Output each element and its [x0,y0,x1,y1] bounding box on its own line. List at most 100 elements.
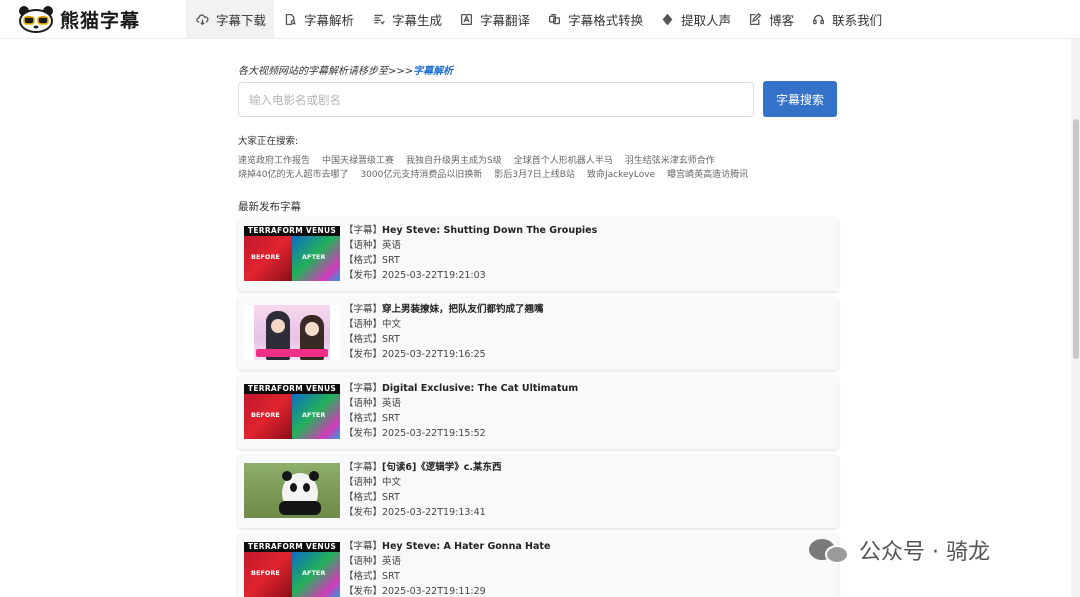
parse-hint: 各大视频网站的字幕解析请移步至>>>字幕解析 [238,62,453,77]
field-label: 【发布】 [344,428,383,439]
video-thumbnail: TERRAFORM VENUS BEFORE AFTER [244,542,340,597]
search-input[interactable] [238,82,754,117]
field-label: 【语种】 [344,240,383,251]
watermark-text: 公众号 · 骑龙 [859,540,990,565]
nav-format-convert[interactable]: 字幕格式转换 [538,0,651,38]
subtitle-published: 2025-03-22T19:13:41 [382,507,486,518]
document-list-icon [370,11,386,27]
logo-text: 熊猫字幕 [60,9,141,32]
trending-link[interactable]: 曝宫崎英高造访腾讯 [667,167,748,180]
subtitle-published: 2025-03-22T19:11:29 [382,586,486,597]
trending-link[interactable]: 羽生结弦米津玄师合作 [625,153,715,166]
nav-subtitle-generate[interactable]: 字幕生成 [362,0,450,38]
trending-link[interactable]: 烧掉40亿的无人超市去哪了 [238,167,348,180]
thumb-after-label: AFTER [302,569,326,577]
subtitle-language: 英语 [382,398,402,409]
trending-link[interactable]: 中国天禄晋级工赛 [322,153,394,166]
subtitle-title[interactable]: 穿上男装撩妹，把队友们都钓成了翘嘴 [382,304,544,315]
subtitle-language: 英语 [382,556,402,567]
subtitle-format: SRT [382,492,400,503]
headset-icon [810,11,826,27]
subtitle-card[interactable]: TERRAFORM VENUS BEFORE AFTER 【字幕】Hey Ste… [238,534,838,597]
video-thumbnail [244,463,340,518]
subtitle-published: 2025-03-22T19:21:03 [382,270,486,281]
thumb-before-label: BEFORE [251,411,280,419]
trending-link[interactable]: 3000亿元支持消费品以旧换新 [360,167,482,180]
field-label: 【发布】 [344,507,383,518]
watermark: 公众号 · 骑龙 [809,534,990,566]
nav-label: 博客 [769,12,795,28]
trending-title: 大家正在搜索: [238,136,299,147]
field-label: 【字幕】 [344,383,383,394]
thumb-header-text: TERRAFORM VENUS [244,542,340,552]
document-search-icon [282,11,298,27]
page-scrollbar[interactable] [1071,39,1080,597]
cloud-download-icon [194,11,210,27]
panda-logo-icon [18,5,54,33]
subtitle-language: 英语 [382,240,402,251]
nav-subtitle-download[interactable]: 字幕下载 [186,0,275,38]
latest-subtitles-title: 最新发布字幕 [238,201,301,213]
search-button[interactable]: 字幕搜索 [763,81,837,117]
thumb-after-label: AFTER [302,253,326,261]
subtitle-language: 中文 [382,319,402,330]
trending-row-1: 速览政府工作报告 中国天禄晋级工赛 我独自升级男主成为S级 全球首个人形机器人半… [238,153,727,166]
field-label: 【发布】 [344,349,383,360]
subtitle-meta: 【字幕】穿上男装撩妹，把队友们都钓成了翘嘴 【语种】中文 【格式】SRT 【发布… [344,302,544,362]
thumb-header-text: TERRAFORM VENUS [244,226,340,236]
nav-label: 字幕格式转换 [568,12,644,28]
site-logo[interactable]: 熊猫字幕 [18,4,140,34]
nav-extract-voice[interactable]: 提取人声 [651,0,739,38]
nav-label: 字幕翻译 [480,12,531,28]
nav-subtitle-parse[interactable]: 字幕解析 [274,0,362,38]
subtitle-title[interactable]: Digital Exclusive: The Cat Ultimatum [382,383,578,394]
nav-label: 提取人声 [681,12,732,28]
field-label: 【格式】 [344,255,383,266]
top-navbar: 熊猫字幕 字幕下载 字幕解析 字幕生成 字幕翻译 字幕格式转换 提取人声 博客 … [0,0,1080,39]
subtitle-card[interactable]: TERRAFORM VENUS BEFORE AFTER 【字幕】Digital… [238,376,838,449]
wechat-icon [809,535,849,565]
scrollbar-thumb[interactable] [1073,119,1079,359]
field-label: 【语种】 [344,477,383,488]
trending-link[interactable]: 致命JackeyLove [587,167,655,180]
trending-row-2: 烧掉40亿的无人超市去哪了 3000亿元支持消费品以旧换新 影后3月7日上线B站… [238,167,760,180]
subtitle-title[interactable]: Hey Steve: Shutting Down The Groupies [382,225,597,236]
field-label: 【发布】 [344,270,383,281]
subtitle-format: SRT [382,334,400,345]
field-label: 【语种】 [344,319,383,330]
nav-blog[interactable]: 博客 [739,0,802,38]
field-label: 【字幕】 [344,225,383,236]
main-nav: 字幕下载 字幕解析 字幕生成 字幕翻译 字幕格式转换 提取人声 博客 联系我们 [186,0,890,38]
field-label: 【语种】 [344,398,383,409]
subtitle-meta: 【字幕】Hey Steve: A Hater Gonna Hate 【语种】英语… [344,539,550,597]
trending-link[interactable]: 速览政府工作报告 [238,153,310,166]
video-thumbnail [244,305,340,360]
field-label: 【格式】 [344,571,383,582]
field-label: 【字幕】 [344,304,383,315]
subtitle-card[interactable]: 【字幕】[句读6]《逻辑学》c.某东西 【语种】中文 【格式】SRT 【发布】2… [238,455,838,528]
nav-label: 字幕解析 [304,12,355,28]
nav-label: 字幕下载 [216,12,267,28]
field-label: 【格式】 [344,413,383,424]
subtitle-card[interactable]: TERRAFORM VENUS BEFORE AFTER 【字幕】Hey Ste… [238,218,838,291]
subtitle-title[interactable]: [句读6]《逻辑学》c.某东西 [382,462,502,473]
subtitle-published: 2025-03-22T19:15:52 [382,428,486,439]
trending-link[interactable]: 我独自升级男主成为S级 [406,153,502,166]
subtitle-card[interactable]: 【字幕】穿上男装撩妹，把队友们都钓成了翘嘴 【语种】中文 【格式】SRT 【发布… [238,297,838,370]
thumb-before-label: BEFORE [251,569,280,577]
edit-icon [747,11,763,27]
nav-label: 联系我们 [832,12,883,28]
field-label: 【格式】 [344,492,383,503]
subtitle-title[interactable]: Hey Steve: A Hater Gonna Hate [382,541,550,552]
nav-subtitle-translate[interactable]: 字幕翻译 [450,0,538,38]
parse-hint-text: 各大视频网站的字幕解析请移步至>>> [238,66,414,77]
trending-link[interactable]: 影后3月7日上线B站 [494,167,575,180]
trending-link[interactable]: 全球首个人形机器人半马 [514,153,613,166]
convert-icon [546,11,562,27]
nav-contact[interactable]: 联系我们 [802,0,890,38]
subtitle-meta: 【字幕】Hey Steve: Shutting Down The Groupie… [344,223,597,283]
thumb-after-label: AFTER [302,411,326,419]
subtitle-format: SRT [382,413,400,424]
thumb-header-text: TERRAFORM VENUS [244,384,340,394]
parse-hint-link[interactable]: 字幕解析 [413,66,453,77]
